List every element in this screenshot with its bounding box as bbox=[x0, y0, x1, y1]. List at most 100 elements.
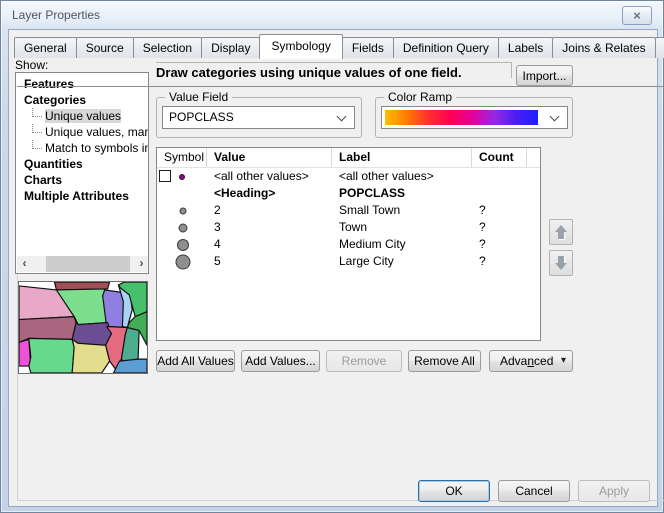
label-cell[interactable]: Medium City bbox=[332, 236, 472, 253]
table-row[interactable]: 5Large City? bbox=[157, 253, 540, 270]
column-symbol: Symbol bbox=[157, 148, 207, 167]
label-cell[interactable]: Town bbox=[332, 219, 472, 236]
value-field-value: POPCLASS bbox=[169, 107, 234, 128]
count-cell[interactable]: ? bbox=[472, 253, 527, 270]
add-values-button[interactable]: Add Values... bbox=[241, 350, 320, 372]
tab-time[interactable]: Time bbox=[655, 37, 664, 58]
count-cell[interactable] bbox=[472, 168, 527, 185]
count-cell[interactable] bbox=[472, 185, 527, 202]
tree-item-features[interactable]: Features bbox=[16, 76, 148, 92]
tab-baseline bbox=[17, 86, 664, 87]
count-cell[interactable]: ? bbox=[472, 219, 527, 236]
close-button[interactable]: × bbox=[622, 6, 652, 25]
label-cell[interactable]: Small Town bbox=[332, 202, 472, 219]
ok-button[interactable]: OK bbox=[418, 480, 490, 502]
window-title: Layer Properties bbox=[12, 8, 100, 22]
tree-item-unique-values[interactable]: Unique values bbox=[16, 108, 148, 124]
tree-horizontal-scrollbar[interactable]: ‹ › bbox=[17, 256, 149, 272]
table-row[interactable]: 2Small Town? bbox=[157, 202, 540, 219]
label-cell[interactable]: Large City bbox=[332, 253, 472, 270]
tree-branch-line bbox=[32, 108, 42, 117]
symbol-cell[interactable] bbox=[157, 185, 207, 202]
titlebar[interactable]: Layer Properties × bbox=[1, 1, 663, 29]
advanced-label: Advanced bbox=[500, 354, 553, 368]
close-icon: × bbox=[623, 7, 651, 24]
values-table: Symbol Value Label Count <all other valu… bbox=[156, 147, 541, 341]
show-tree: FeaturesCategoriesUnique values Unique va… bbox=[15, 72, 149, 274]
table-header: Symbol Value Label Count bbox=[157, 148, 540, 168]
count-cell[interactable]: ? bbox=[472, 202, 527, 219]
tab-labels[interactable]: Labels bbox=[498, 37, 553, 58]
tab-general[interactable]: General bbox=[14, 37, 77, 58]
value-cell[interactable]: <all other values> bbox=[207, 168, 332, 185]
scroll-left-arrow-icon[interactable]: ‹ bbox=[17, 256, 32, 272]
color-ramp-combobox[interactable] bbox=[381, 106, 568, 129]
column-count: Count bbox=[472, 148, 527, 167]
tab-definition-query[interactable]: Definition Query bbox=[393, 37, 499, 58]
value-field-combobox[interactable]: POPCLASS bbox=[162, 106, 355, 129]
table-row[interactable]: <all other values><all other values> bbox=[157, 168, 540, 185]
remove-all-button[interactable]: Remove All bbox=[408, 350, 481, 372]
row-spacer bbox=[527, 253, 540, 270]
tab-fields[interactable]: Fields bbox=[342, 37, 394, 58]
all-other-values-checkbox[interactable] bbox=[159, 170, 171, 182]
apply-button[interactable]: Apply bbox=[578, 480, 650, 502]
advanced-button[interactable]: Advanced ▾ bbox=[489, 350, 573, 372]
move-down-button[interactable] bbox=[549, 250, 573, 276]
tab-joins-relates[interactable]: Joins & Relates bbox=[552, 37, 655, 58]
tab-selection[interactable]: Selection bbox=[133, 37, 202, 58]
tab-source[interactable]: Source bbox=[76, 37, 134, 58]
import-button[interactable]: Import... bbox=[516, 65, 573, 86]
value-cell[interactable]: 2 bbox=[207, 202, 332, 219]
symbol-cell[interactable] bbox=[157, 219, 207, 236]
tab-strip: GeneralSourceSelectionDisplaySymbologyFi… bbox=[14, 34, 664, 58]
scroll-thumb[interactable] bbox=[46, 256, 130, 272]
add-all-values-button[interactable]: Add All Values bbox=[156, 350, 235, 372]
table-row[interactable]: 4Medium City? bbox=[157, 236, 540, 253]
tree-item-match-to-symbols-in-a[interactable]: Match to symbols in a bbox=[16, 140, 148, 156]
chevron-down-icon[interactable] bbox=[337, 112, 347, 122]
show-label: Show: bbox=[15, 58, 48, 72]
gray-dot-symbol-icon[interactable] bbox=[176, 254, 191, 269]
count-cell[interactable]: ? bbox=[472, 236, 527, 253]
tab-symbology[interactable]: Symbology bbox=[259, 34, 342, 59]
value-cell[interactable]: 3 bbox=[207, 219, 332, 236]
remove-button[interactable]: Remove bbox=[326, 350, 402, 372]
label-cell[interactable]: POPCLASS bbox=[332, 185, 472, 202]
color-ramp-label: Color Ramp bbox=[384, 90, 456, 104]
tree-item-quantities[interactable]: Quantities bbox=[16, 156, 148, 172]
value-cell[interactable]: 4 bbox=[207, 236, 332, 253]
advanced-dropdown-icon[interactable]: ▾ bbox=[561, 351, 566, 371]
symbol-cell[interactable] bbox=[157, 202, 207, 219]
gray-dot-symbol-icon[interactable] bbox=[179, 223, 188, 232]
table-row[interactable]: 3Town? bbox=[157, 219, 540, 236]
tree-item-label: Unique values, many bbox=[45, 125, 148, 139]
tree-item-categories[interactable]: Categories bbox=[16, 92, 148, 108]
symbol-cell[interactable] bbox=[157, 253, 207, 270]
gray-dot-symbol-icon[interactable] bbox=[180, 207, 187, 214]
move-up-button[interactable] bbox=[549, 219, 573, 245]
color-ramp-gradient bbox=[385, 110, 538, 125]
label-cell[interactable]: <all other values> bbox=[332, 168, 472, 185]
arrow-up-icon bbox=[555, 225, 567, 232]
cancel-button[interactable]: Cancel bbox=[498, 480, 570, 502]
symbol-cell[interactable] bbox=[157, 168, 207, 185]
tree-branch-line bbox=[32, 124, 42, 133]
value-cell[interactable]: <Heading> bbox=[207, 185, 332, 202]
tree-item-label: Match to symbols in a bbox=[45, 141, 148, 155]
tree-item-label: Charts bbox=[24, 173, 62, 187]
tree-item-label: Unique values bbox=[45, 109, 121, 123]
scroll-right-arrow-icon[interactable]: › bbox=[134, 256, 149, 272]
gray-dot-symbol-icon[interactable] bbox=[177, 239, 189, 251]
tree-item-multiple-attributes[interactable]: Multiple Attributes bbox=[16, 188, 148, 204]
tree-item-charts[interactable]: Charts bbox=[16, 172, 148, 188]
tab-display[interactable]: Display bbox=[201, 37, 260, 58]
chevron-down-icon[interactable] bbox=[550, 112, 560, 122]
symbol-cell[interactable] bbox=[157, 236, 207, 253]
table-row[interactable]: <Heading>POPCLASS bbox=[157, 185, 540, 202]
row-spacer bbox=[527, 168, 540, 185]
tree-item-unique-values-many[interactable]: Unique values, many bbox=[16, 124, 148, 140]
row-spacer bbox=[527, 219, 540, 236]
value-cell[interactable]: 5 bbox=[207, 253, 332, 270]
column-label: Label bbox=[332, 148, 472, 167]
